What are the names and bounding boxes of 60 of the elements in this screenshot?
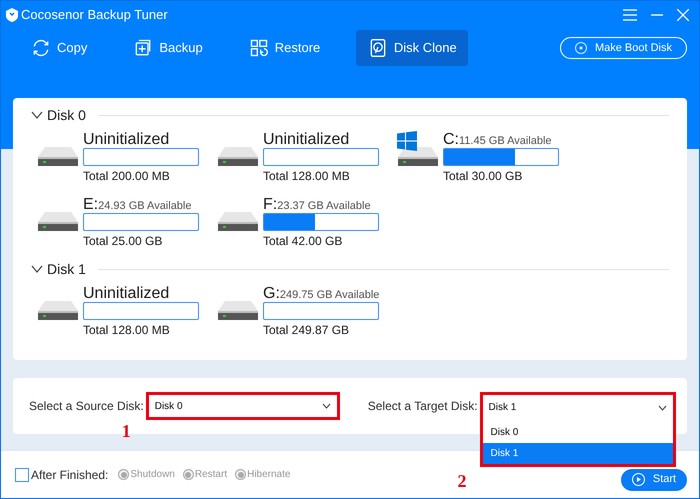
total-size: Total 42.00 GB: [263, 233, 344, 250]
partition-label: Uninitialized: [83, 284, 170, 304]
start-button[interactable]: Start: [621, 468, 687, 490]
total-size: Total 128.00 MB: [263, 168, 351, 185]
available-space: 24.93 GB Available: [98, 199, 192, 214]
chevron-icon[interactable]: [31, 265, 43, 273]
annotation-number: 2: [458, 470, 467, 493]
partition-label: E:: [83, 195, 98, 215]
radio-label: Restart: [194, 468, 228, 482]
disk-name: Disk 1: [47, 260, 86, 278]
drive-icon: [217, 210, 259, 234]
partition-label: G:: [263, 284, 280, 304]
partition-label: Uninitialized: [263, 130, 350, 150]
nav-tab[interactable]: Disk Clone: [356, 30, 468, 66]
close-icon[interactable]: [677, 9, 689, 21]
total-size: Total 200.00 MB: [83, 168, 171, 185]
total-size: Total 25.00 GB: [83, 233, 164, 250]
target-label: Select a Target Disk:: [368, 398, 478, 415]
source-disk-select[interactable]: Disk 0: [146, 392, 340, 420]
dropdown-option[interactable]: Disk 1: [482, 443, 673, 464]
partition-label: C:: [443, 130, 459, 150]
add-file-icon: [133, 38, 154, 58]
nav-tab[interactable]: Restore: [238, 30, 330, 66]
radio-label: Hibernate: [247, 468, 290, 482]
dropdown-option[interactable]: Disk 0: [482, 422, 673, 443]
drive-icon: [397, 145, 439, 169]
total-size: Total 30.00 GB: [443, 168, 524, 185]
chevron-icon[interactable]: [31, 111, 43, 119]
caret-icon: [322, 403, 331, 409]
window-title: Cocosenor Backup Tuner: [21, 6, 168, 24]
checkbox[interactable]: [15, 468, 29, 482]
restore-icon: [248, 38, 269, 58]
radio-label: Shutdown: [130, 468, 175, 482]
source-label: Select a Source Disk:: [29, 398, 144, 415]
nav-tab[interactable]: Copy: [21, 30, 98, 66]
refresh-icon: [31, 38, 51, 58]
available-space: 23.37 GB Available: [277, 199, 371, 214]
after-finished-label: After Finished:: [31, 466, 108, 484]
target-disk-select[interactable]: Disk 1: [480, 392, 676, 420]
caret-icon: [658, 404, 667, 410]
menu-icon[interactable]: [623, 9, 637, 21]
nav-tab[interactable]: Backup: [123, 30, 213, 66]
drive-icon: [37, 145, 79, 169]
drive-icon: [37, 299, 79, 323]
play-icon: [632, 473, 645, 486]
partition-label: F:: [263, 195, 278, 215]
partition-label: Uninitialized: [83, 130, 170, 150]
annotation-number: 1: [122, 420, 131, 443]
drive-icon: [217, 299, 259, 323]
disc-icon: [574, 42, 587, 54]
total-size: Total 249.87 GB: [263, 322, 350, 339]
make-boot-disk-button[interactable]: Make Boot Disk: [560, 37, 687, 59]
available-space: 11.45 GB Available: [459, 134, 552, 149]
available-space: 249.75 GB Available: [280, 288, 380, 303]
drive-icon: [37, 210, 79, 234]
disk-name: Disk 0: [47, 106, 86, 124]
drive-icon: [217, 145, 259, 169]
total-size: Total 128.00 MB: [83, 322, 171, 339]
windows-icon: [397, 131, 417, 151]
shield-logo-icon: [5, 8, 19, 22]
